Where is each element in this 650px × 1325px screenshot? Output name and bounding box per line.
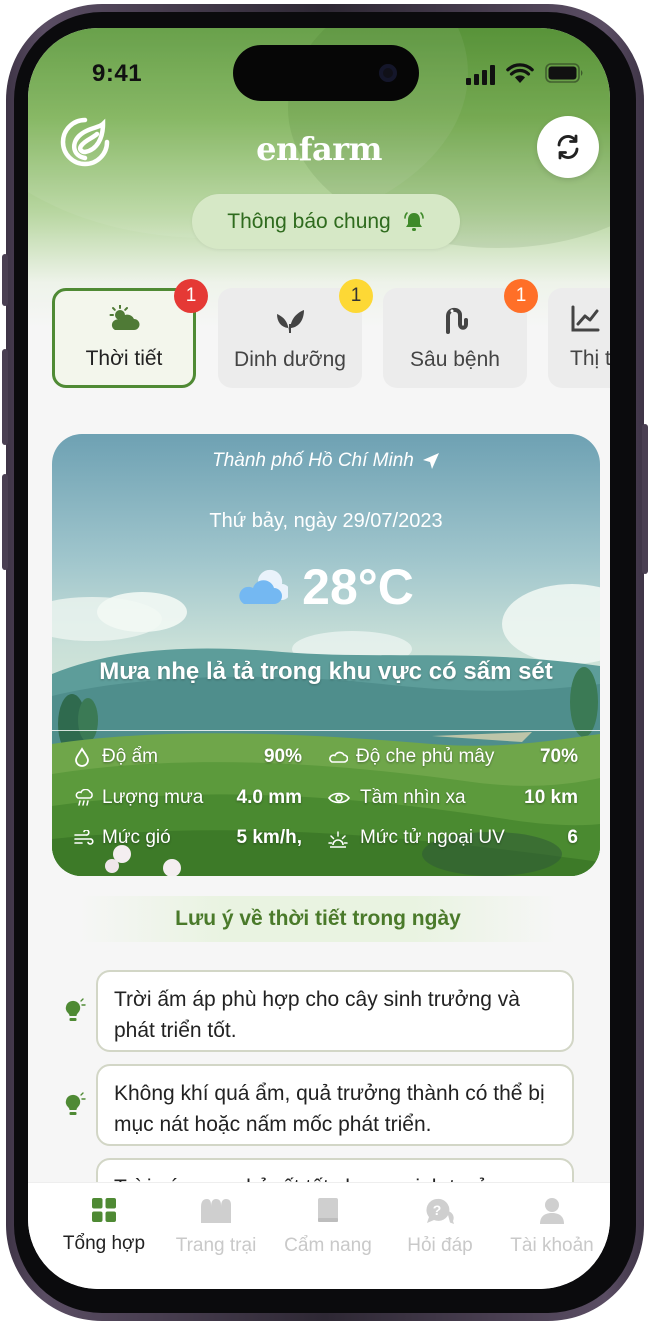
nav-handbook[interactable]: Cẩm nang (272, 1197, 384, 1257)
nav-farm[interactable]: Trang trại (160, 1197, 272, 1257)
camera-dot (379, 64, 397, 82)
uv-stat: Mức tử ngoại UV 6 (328, 825, 578, 851)
volume-up-button (2, 349, 8, 445)
uv-label: Mức tử ngoại UV (360, 827, 505, 848)
eye-icon (328, 792, 350, 804)
tab-label: Thị tr (570, 347, 610, 370)
humidity-value: 90% (263, 746, 302, 767)
pests-badge: 1 (504, 279, 538, 313)
general-notice-button[interactable]: Thông báo chung (192, 194, 460, 249)
uv-sun-icon (328, 831, 348, 848)
wind-stat: Mức gió 5 km/h, (74, 825, 302, 851)
nav-label: Cẩm nang (284, 1235, 372, 1256)
nav-label: Tổng hợp (62, 1233, 146, 1254)
wind-label: Mức gió (102, 827, 171, 848)
lightbulb-icon (65, 998, 86, 1021)
weather-tip: Không khí quá ẩm, quả trưởng thành có th… (96, 1064, 574, 1146)
location-label[interactable]: Thành phố Hồ Chí Minh (52, 450, 600, 472)
notes-title: Lưu ý về thời tiết trong ngày (78, 896, 558, 942)
cloud-cover-label: Độ che phủ mây (356, 746, 495, 767)
lightbulb-icon (65, 1092, 86, 1115)
pest-icon (446, 307, 468, 334)
tab-label: Dinh dưỡng (234, 348, 346, 371)
weather-date: Thứ bảy, ngày 29/07/2023 (209, 510, 443, 532)
brand-name: enfarm (256, 130, 382, 168)
farm-icon (201, 1199, 231, 1223)
weather-description: Mưa nhẹ lả tả trong khu vực có sấm sét (99, 658, 553, 685)
weather-badge: 1 (174, 279, 208, 313)
rain-icon (75, 789, 93, 806)
uv-value: 6 (567, 827, 578, 848)
nav-label: Tài khoản (510, 1235, 594, 1256)
wind-value: 5 km/h, (236, 827, 302, 848)
visibility-stat: Tầm nhìn xa 10 km (328, 785, 578, 811)
humidity-label: Độ ẩm (102, 746, 158, 767)
temperature-value: 28°C (302, 559, 414, 615)
weather-card: Thành phố Hồ Chí Minh Thứ bảy, ngày 29/0… (52, 434, 600, 876)
city-name: Thành phố Hồ Chí Minh (212, 450, 414, 471)
wind-icon (74, 830, 94, 845)
status-time: 9:41 (92, 60, 143, 87)
battery-icon (545, 63, 583, 83)
tab-market[interactable]: Thị tr (548, 288, 610, 388)
nutrition-badge: 1 (339, 279, 373, 313)
leaf-icon (277, 310, 304, 333)
tab-weather[interactable]: Thời tiết (52, 288, 196, 388)
visibility-value: 10 km (524, 787, 578, 808)
rainfall-stat: Lượng mưa 4.0 mm (74, 785, 302, 811)
chart-icon (571, 305, 600, 332)
volume-down-button (2, 474, 8, 570)
cloud-outline-icon (329, 751, 348, 763)
nav-label: Trang trại (175, 1235, 257, 1256)
tab-label: Thời tiết (85, 347, 163, 370)
power-button (642, 424, 648, 574)
nav-summary[interactable]: Tổng hợp (48, 1197, 160, 1255)
book-icon (318, 1198, 338, 1222)
refresh-button[interactable] (537, 116, 599, 178)
temperature-group: 28°C (52, 558, 600, 616)
weather-tip: Trời ấm áp phù hợp cho cây sinh trưởng v… (96, 970, 574, 1052)
cloud-cover-value: 70% (539, 746, 578, 767)
visibility-label: Tầm nhìn xa (360, 787, 466, 808)
app-screen: 9:41 enfarm Thông báo chung Thời tiết Di… (28, 28, 610, 1289)
wifi-icon (506, 63, 534, 83)
water-drop-icon (75, 747, 89, 767)
humidity-stat: Độ ẩm 90% (74, 744, 302, 770)
status-bar: 9:41 (28, 28, 610, 118)
rainfall-value: 4.0 mm (236, 787, 302, 808)
bottom-navigation: Tổng hợp Trang trại Cẩm nang ? Hỏi đáp T… (28, 1182, 610, 1289)
general-notice-label: Thông báo chung (227, 209, 391, 233)
refresh-icon (557, 134, 579, 160)
grid-icon (92, 1198, 116, 1222)
weather-icon (109, 305, 140, 330)
nav-label: Hỏi đáp (407, 1235, 473, 1256)
tab-label: Sâu bệnh (410, 348, 500, 371)
rainfall-label: Lượng mưa (102, 787, 204, 808)
svg-text:?: ? (433, 1202, 442, 1218)
dynamic-island (233, 45, 419, 101)
cloud-cover-stat: Độ che phủ mây 70% (328, 744, 578, 770)
bell-icon (403, 211, 424, 231)
user-icon (540, 1198, 564, 1224)
divider (52, 730, 600, 731)
navigation-arrow-icon (422, 453, 439, 469)
cellular-signal-icon (466, 65, 495, 85)
nav-account[interactable]: Tài khoản (496, 1197, 608, 1257)
nav-qa[interactable]: ? Hỏi đáp (384, 1197, 496, 1257)
mute-switch (2, 254, 8, 306)
qa-icon: ? (426, 1198, 454, 1224)
cloud-icon (239, 569, 289, 604)
